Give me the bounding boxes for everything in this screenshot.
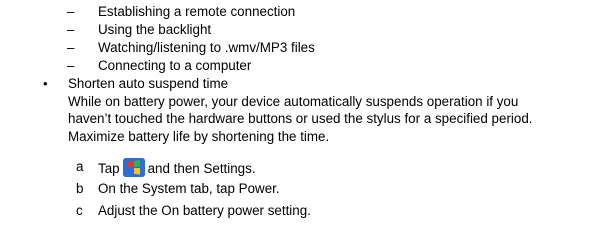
step-text-before-icon: Tap [98, 161, 120, 176]
sub-list-item-text: Using the backlight [98, 22, 212, 37]
bullet-body-line: haven’t touched the hardware buttons or … [68, 111, 533, 126]
bullet-heading: Shorten auto suspend time [68, 76, 229, 91]
step-text-after-icon: and then Settings. [147, 161, 256, 176]
dash-marker: – [67, 58, 75, 73]
step-text: On the System tab, tap Power. [98, 181, 280, 196]
step-text: Adjust the On battery power setting. [98, 203, 311, 218]
step-text: Tap and then Settings. [98, 158, 256, 177]
dash-marker: – [67, 4, 75, 19]
bullet-marker: • [43, 76, 48, 91]
step-letter: a [76, 159, 84, 174]
sub-list-item-text: Watching/listening to .wmv/MP3 files [98, 40, 315, 55]
bullet-body-line: Maximize battery life by shortening the … [68, 129, 330, 144]
dash-marker: – [67, 22, 75, 37]
sub-list-item-text: Establishing a remote connection [98, 4, 296, 19]
windows-start-icon [122, 158, 145, 177]
bullet-body-line: While on battery power, your device auto… [68, 94, 519, 109]
step-letter: c [76, 203, 83, 218]
dash-marker: – [67, 40, 75, 55]
sub-list-item-text: Connecting to a computer [98, 58, 252, 73]
step-letter: b [76, 181, 84, 196]
